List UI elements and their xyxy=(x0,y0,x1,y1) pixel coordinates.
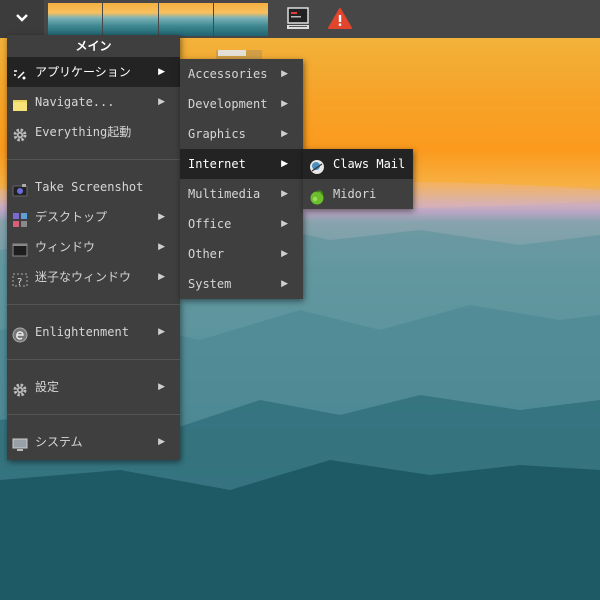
applications-icon xyxy=(12,64,28,80)
menu-item-graphics[interactable]: Graphics ▶ xyxy=(180,119,303,149)
menu-item-other[interactable]: Other ▶ xyxy=(180,239,303,269)
menu-item-system[interactable]: システム ▶ xyxy=(7,427,180,457)
menu-item-label: Graphics xyxy=(188,127,246,141)
submenu-arrow-icon: ▶ xyxy=(281,99,288,109)
menu-item-label: Multimedia xyxy=(188,187,261,201)
menu-item-development[interactable]: Development ▶ xyxy=(180,89,303,119)
menu-item-internet[interactable]: Internet ▶ xyxy=(180,149,303,179)
menu-item-take-screenshot[interactable]: Take Screenshot xyxy=(7,172,180,202)
submenu-arrow-icon: ▶ xyxy=(158,97,165,107)
camera-icon xyxy=(12,179,28,197)
chevron-down-icon xyxy=(16,11,28,27)
submenu-arrow-icon: ▶ xyxy=(158,272,165,282)
main-menu: メイン アプリケーション ▶ Navigate... ▶ Everything起… xyxy=(7,35,180,460)
menu-item-lost-windows[interactable]: ? 迷子なウィンドウ ▶ xyxy=(7,262,180,292)
submenu-arrow-icon: ▶ xyxy=(281,219,288,229)
folder-icon xyxy=(12,94,28,111)
pager-desk-2[interactable] xyxy=(103,3,158,36)
menu-item-label: システム xyxy=(35,435,83,449)
submenu-arrow-icon: ▶ xyxy=(281,189,288,199)
lost-window-icon: ? xyxy=(12,269,28,288)
top-shelf xyxy=(0,0,600,38)
pager-desk-1[interactable] xyxy=(48,3,103,38)
monitor-icon[interactable] xyxy=(285,6,311,32)
window-icon xyxy=(12,239,28,257)
menu-item-everything[interactable]: Everything起動 xyxy=(7,117,180,147)
menu-item-enlightenment[interactable]: Enlightenment ▶ xyxy=(7,317,180,347)
submenu-arrow-icon: ▶ xyxy=(158,327,165,337)
submenu-arrow-icon: ▶ xyxy=(281,69,288,79)
claws-mail-icon xyxy=(309,156,325,174)
submenu-arrow-icon: ▶ xyxy=(158,67,165,77)
menu-item-multimedia[interactable]: Multimedia ▶ xyxy=(180,179,303,209)
menu-item-desktop[interactable]: デスクトップ ▶ xyxy=(7,202,180,232)
menu-item-label: Internet xyxy=(188,157,246,171)
menu-item-label: Take Screenshot xyxy=(35,180,144,194)
menu-item-midori[interactable]: Midori xyxy=(303,179,413,209)
menu-item-office[interactable]: Office ▶ xyxy=(180,209,303,239)
submenu-arrow-icon: ▶ xyxy=(158,437,165,447)
warning-icon[interactable] xyxy=(327,6,353,32)
menu-item-label: Enlightenment xyxy=(35,325,129,339)
menu-item-navigate[interactable]: Navigate... ▶ xyxy=(7,87,180,117)
menu-item-claws-mail[interactable]: Claws Mail xyxy=(303,149,413,179)
submenu-arrow-icon: ▶ xyxy=(281,249,288,259)
menu-item-settings[interactable]: 設定 ▶ xyxy=(7,372,180,402)
menu-item-label: デスクトップ xyxy=(35,210,108,224)
internet-submenu: Claws Mail Midori xyxy=(303,149,413,209)
submenu-arrow-icon: ▶ xyxy=(281,279,288,289)
computer-icon xyxy=(12,434,28,451)
submenu-arrow-icon: ▶ xyxy=(281,159,288,169)
menu-item-applications[interactable]: アプリケーション ▶ xyxy=(7,57,180,87)
menu-item-system-apps[interactable]: System ▶ xyxy=(180,269,303,299)
menu-item-label: ウィンドウ xyxy=(35,240,96,254)
submenu-arrow-icon: ▶ xyxy=(158,212,165,222)
menu-item-label: System xyxy=(188,277,232,291)
main-menu-title: メイン xyxy=(75,39,112,53)
pager-desk-3[interactable] xyxy=(158,3,213,36)
menu-item-label: Navigate... xyxy=(35,95,115,109)
menu-item-label: Midori xyxy=(333,187,377,201)
menu-item-label: 設定 xyxy=(35,380,60,394)
menu-item-label: Claws Mail xyxy=(333,157,406,171)
menu-item-windows[interactable]: ウィンドウ ▶ xyxy=(7,232,180,262)
enlightenment-icon xyxy=(12,324,28,343)
midori-icon xyxy=(309,186,325,205)
menu-item-accessories[interactable]: Accessories ▶ xyxy=(180,59,303,89)
menu-item-label: Everything起動 xyxy=(35,125,132,139)
desktop-icon xyxy=(12,209,28,227)
menu-item-label: Accessories xyxy=(188,67,268,81)
menu-item-label: Development xyxy=(188,97,268,111)
menu-item-label: 迷子なウィンドウ xyxy=(35,270,132,284)
submenu-arrow-icon: ▶ xyxy=(158,242,165,252)
desktop-pager[interactable] xyxy=(48,3,268,38)
menu-item-label: Office xyxy=(188,217,232,231)
applications-submenu: Accessories ▶ Development ▶ Graphics ▶ I… xyxy=(180,59,303,299)
svg-text:?: ? xyxy=(17,277,22,288)
submenu-arrow-icon: ▶ xyxy=(281,129,288,139)
gear-icon xyxy=(12,124,28,142)
menu-item-label: Other xyxy=(188,247,225,261)
menu-item-label: アプリケーション xyxy=(35,65,131,79)
pager-desk-4[interactable] xyxy=(213,3,268,36)
settings-gear-icon xyxy=(12,379,28,397)
submenu-arrow-icon: ▶ xyxy=(158,382,165,392)
start-menu-button[interactable] xyxy=(0,0,44,38)
